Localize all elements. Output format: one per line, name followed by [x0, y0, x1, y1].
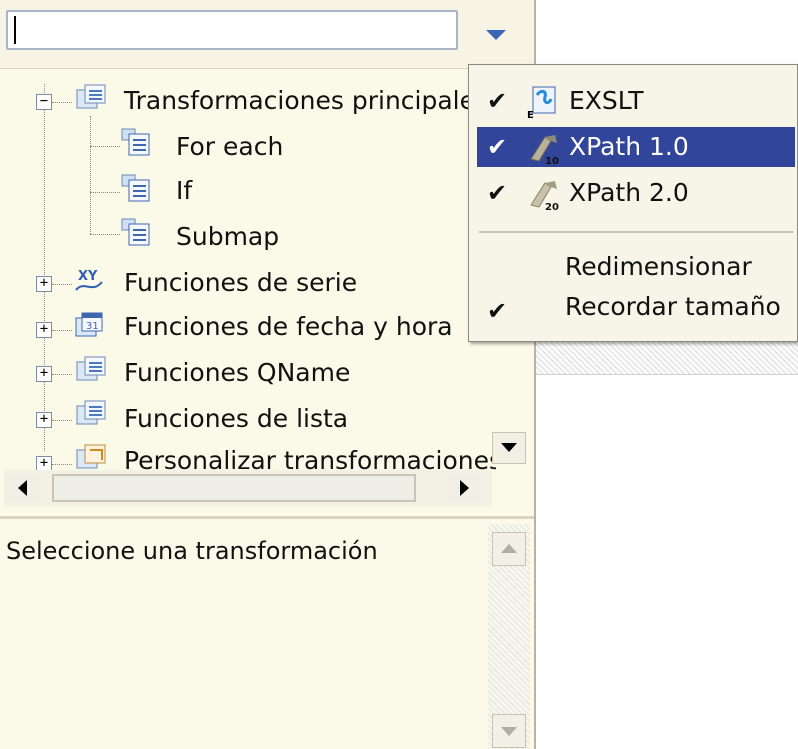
- menu-item-exslt[interactable]: ✔ E EXSLT: [477, 81, 795, 121]
- exslt-icon: E: [527, 86, 556, 119]
- tree-line: [44, 84, 45, 451]
- dropdown-arrow-icon[interactable]: [486, 30, 506, 40]
- library-options-menu: ✔ E EXSLT ✔ 10 XPath 1.0 ✔ 20 XPath 2.0 …: [468, 64, 798, 342]
- arrow-down-icon: [501, 727, 517, 736]
- tree-item-label[interactable]: If: [176, 176, 192, 206]
- tree-line: [52, 330, 72, 331]
- arrow-left-icon: [18, 480, 27, 496]
- check-icon: ✔: [487, 297, 508, 325]
- arrow-right-icon: [460, 480, 469, 496]
- tree-item-label[interactable]: Funciones QName: [124, 358, 350, 388]
- xpath-tool-icon: 10: [530, 135, 559, 165]
- pane-splitter[interactable]: [0, 516, 534, 519]
- tree-line: [52, 420, 72, 421]
- menu-item-resize[interactable]: Redimensionar: [477, 247, 795, 287]
- tree-item-label[interactable]: Submap: [176, 222, 279, 252]
- expand-toggle-icon[interactable]: +: [36, 456, 52, 470]
- custom-transform-icon: [76, 444, 106, 469]
- expand-toggle-icon[interactable]: +: [36, 366, 52, 382]
- menu-item-label: XPath 2.0: [569, 178, 689, 207]
- tree-item-label[interactable]: Personalizar transformaciones: [124, 446, 496, 470]
- tree-item-label[interactable]: Funciones de serie: [124, 268, 357, 298]
- xy-function-icon: XY: [75, 269, 103, 291]
- scroll-right-button[interactable]: [446, 474, 482, 502]
- tree-line: [52, 284, 72, 285]
- scroll-left-button[interactable]: [6, 474, 42, 502]
- svg-text:XY: XY: [78, 269, 98, 284]
- xpath-tool-icon: 20: [530, 181, 559, 211]
- transformation-tree: − Transformaciones principales For each: [0, 70, 496, 470]
- tree-line: [90, 116, 91, 234]
- menu-item-xpath-1[interactable]: ✔ 10 XPath 1.0: [477, 127, 795, 167]
- collapse-toggle-icon[interactable]: −: [36, 94, 52, 110]
- arrow-up-icon: [501, 544, 517, 553]
- expand-toggle-icon[interactable]: +: [36, 276, 52, 292]
- check-icon: ✔: [487, 179, 508, 207]
- tree-item-label[interactable]: Transformaciones principales: [124, 86, 488, 116]
- svg-text:E: E: [527, 110, 534, 119]
- svg-text:20: 20: [545, 202, 559, 211]
- tree-item-label[interactable]: Funciones de fecha y hora: [124, 312, 453, 342]
- menu-item-label: Redimensionar: [565, 252, 752, 281]
- scroll-down-button[interactable]: [492, 432, 526, 464]
- tree-line: [90, 146, 120, 147]
- filter-input[interactable]: [6, 10, 458, 50]
- document-icon: [121, 218, 150, 246]
- document-icon: [121, 174, 150, 202]
- horizontal-scroll-thumb[interactable]: [52, 474, 416, 502]
- tree-line: [52, 464, 72, 465]
- svg-text:10: 10: [545, 156, 559, 165]
- description-text: Seleccione una transformación: [6, 537, 378, 565]
- right-pane-header: [536, 340, 798, 375]
- menu-item-remember-size[interactable]: ✔ Recordar tamaño: [477, 291, 795, 331]
- menu-item-label: XPath 1.0: [569, 132, 689, 161]
- folder-transform-icon: [76, 84, 106, 109]
- menu-separator: [479, 231, 793, 233]
- folder-transform-icon: [76, 356, 106, 381]
- calendar-function-icon: 31: [75, 312, 103, 337]
- folder-transform-icon: [76, 400, 106, 425]
- expand-toggle-icon[interactable]: +: [36, 412, 52, 428]
- scroll-up-button[interactable]: [492, 532, 526, 566]
- tree-line: [90, 192, 120, 193]
- tree-line: [90, 234, 120, 235]
- menu-item-xpath-2[interactable]: ✔ 20 XPath 2.0: [477, 173, 795, 213]
- check-icon: ✔: [487, 133, 508, 161]
- menu-item-label: EXSLT: [569, 86, 644, 115]
- expand-toggle-icon[interactable]: +: [36, 322, 52, 338]
- check-icon: ✔: [487, 87, 508, 115]
- tree-item-label[interactable]: Funciones de lista: [124, 404, 348, 434]
- menu-item-label: Recordar tamaño: [565, 292, 781, 321]
- tree-item-label[interactable]: For each: [176, 132, 283, 162]
- transformations-panel: − Transformaciones principales For each: [0, 0, 536, 749]
- svg-text:31: 31: [86, 321, 99, 332]
- tree-line: [52, 374, 72, 375]
- arrow-down-icon: [501, 443, 517, 452]
- scroll-down-button[interactable]: [492, 714, 526, 748]
- tree-line: [52, 102, 72, 103]
- document-icon: [121, 128, 150, 156]
- filter-bar: [0, 0, 534, 69]
- text-caret: [14, 16, 16, 44]
